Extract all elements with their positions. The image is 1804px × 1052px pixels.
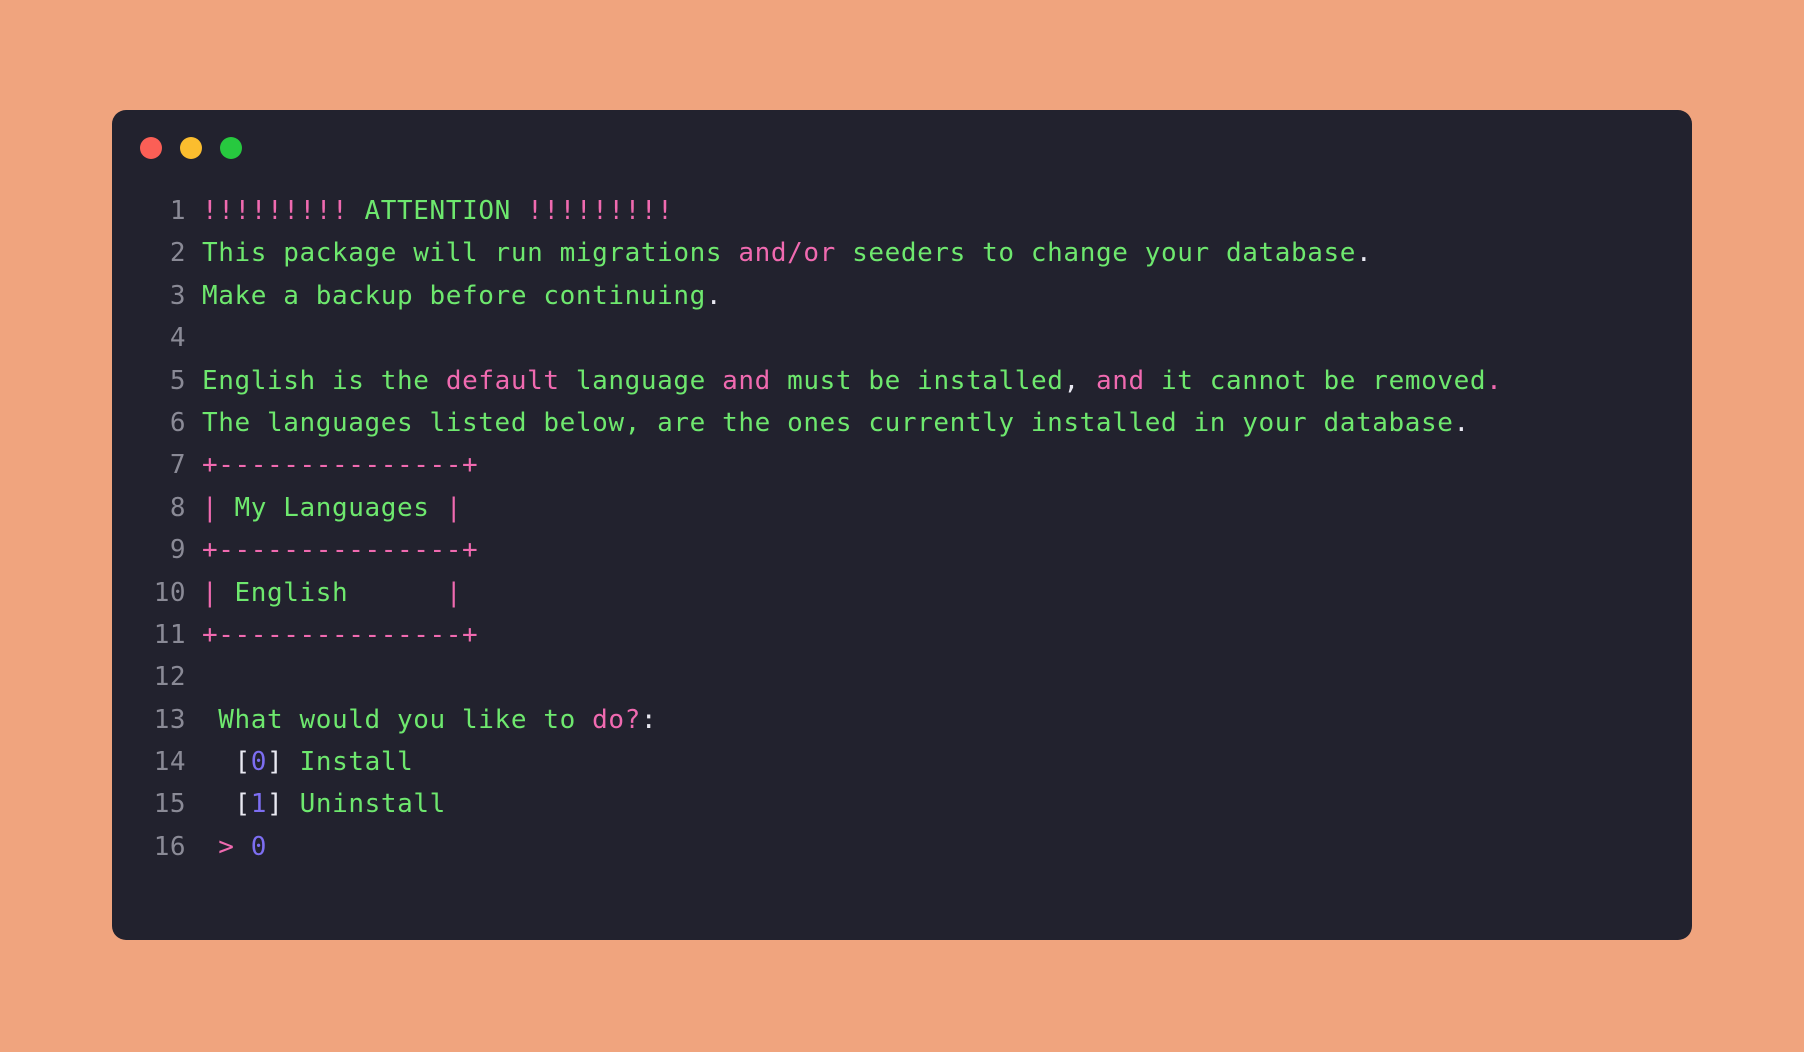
token: [ bbox=[234, 747, 251, 778]
token: . bbox=[1453, 407, 1470, 438]
line-text: +---------------+ bbox=[186, 614, 478, 656]
terminal-line: 6 The languages listed below, are the one… bbox=[112, 402, 1692, 444]
line-number: 10 bbox=[153, 577, 186, 608]
token: it cannot be removed bbox=[1144, 365, 1487, 396]
terminal-line: 10 | English | bbox=[112, 572, 1692, 614]
token: and/or bbox=[738, 238, 836, 269]
token: > bbox=[218, 831, 235, 862]
token: My Languages bbox=[218, 492, 446, 523]
token: . bbox=[1486, 365, 1503, 396]
line-number: 5 bbox=[169, 365, 186, 396]
token: ATTENTION bbox=[364, 196, 511, 226]
line-text: [1] Uninstall bbox=[186, 783, 446, 825]
token: 0 bbox=[250, 831, 268, 862]
token: | bbox=[202, 577, 219, 608]
token: do? bbox=[592, 704, 641, 735]
token: | bbox=[445, 577, 463, 608]
line-text: The languages listed below, are the ones… bbox=[186, 402, 1470, 444]
line-number: 15 bbox=[153, 789, 186, 820]
token: +---------------+ bbox=[202, 450, 479, 481]
token: seeders to change your database bbox=[835, 238, 1356, 269]
terminal-line: 3 Make a backup before continuing. bbox=[112, 275, 1692, 317]
token: . bbox=[1356, 238, 1373, 269]
line-number: 8 bbox=[169, 492, 186, 523]
line-number: 12 bbox=[153, 662, 186, 693]
token: language bbox=[559, 365, 723, 396]
line-number: 13 bbox=[153, 704, 186, 735]
token: . bbox=[705, 280, 723, 311]
line-text: What would you like to do?: bbox=[186, 699, 657, 741]
line-text: Make a backup before continuing. bbox=[186, 275, 722, 317]
token: | bbox=[445, 492, 463, 523]
token: This package will run migrations bbox=[202, 238, 739, 269]
token: ] bbox=[267, 747, 284, 778]
token: What would you like to bbox=[202, 704, 593, 735]
token: Uninstall bbox=[283, 789, 446, 820]
terminal-line: 5 English is the default language and mus… bbox=[112, 360, 1692, 402]
line-number: 16 bbox=[153, 831, 186, 862]
token: ] bbox=[267, 789, 284, 820]
token: !!!!!!!!! bbox=[510, 196, 674, 226]
token: and bbox=[1096, 365, 1145, 396]
line-text: +---------------+ bbox=[186, 529, 478, 571]
terminal-line: 13 What would you like to do?: bbox=[112, 699, 1692, 741]
terminal-line: 7 +---------------+ bbox=[112, 444, 1692, 486]
terminal-line: 15 [1] Uninstall bbox=[112, 783, 1692, 825]
line-text: > 0 bbox=[186, 826, 267, 868]
line-number: 9 bbox=[169, 535, 186, 566]
line-number: 4 bbox=[169, 323, 186, 354]
line-text: | English | bbox=[186, 572, 462, 614]
line-number: 6 bbox=[169, 407, 186, 438]
token: | bbox=[202, 492, 219, 523]
terminal-line: 8 | My Languages | bbox=[112, 487, 1692, 529]
terminal-line: 16 > 0 bbox=[112, 826, 1692, 868]
line-text: English is the default language and must… bbox=[186, 360, 1502, 402]
line-text: !!!!!!!!! ATTENTION !!!!!!!!! bbox=[186, 190, 673, 232]
terminal-line: 4 bbox=[112, 317, 1692, 359]
line-text: [0] Install bbox=[186, 741, 413, 783]
terminal-line: 14 [0] Install bbox=[112, 741, 1692, 783]
terminal-line: 2 This package will run migrations and/or… bbox=[112, 232, 1692, 274]
line-text: +---------------+ bbox=[186, 444, 478, 486]
token: +---------------+ bbox=[202, 619, 479, 650]
line-number: 1 bbox=[169, 196, 186, 226]
token: English is the bbox=[202, 365, 446, 396]
maximize-window-button[interactable] bbox=[220, 137, 242, 159]
token: : bbox=[640, 704, 658, 735]
token: The languages listed below, are the ones… bbox=[202, 407, 1454, 438]
window-titlebar bbox=[112, 110, 1692, 172]
token: , bbox=[1063, 365, 1080, 396]
line-text: | My Languages | bbox=[186, 487, 462, 529]
line-number: 7 bbox=[169, 450, 186, 481]
line-number: 2 bbox=[169, 238, 186, 269]
token: English bbox=[218, 577, 446, 608]
terminal-line: 9 +---------------+ bbox=[112, 529, 1692, 571]
terminal-line: 11 +---------------+ bbox=[112, 614, 1692, 656]
terminal-output[interactable]: 1!!!!!!!!! ATTENTION !!!!!!!!! 2 This pack… bbox=[112, 190, 1692, 868]
token: [ bbox=[234, 789, 251, 820]
line-number: 14 bbox=[153, 747, 186, 778]
terminal-line: 1!!!!!!!!! ATTENTION !!!!!!!!! bbox=[112, 190, 1692, 232]
token: 1 bbox=[250, 789, 268, 820]
token: default bbox=[445, 365, 560, 396]
line-text: This package will run migrations and/or … bbox=[186, 232, 1372, 274]
token: and bbox=[722, 365, 771, 396]
close-window-button[interactable] bbox=[140, 137, 162, 159]
minimize-window-button[interactable] bbox=[180, 137, 202, 159]
token: Install bbox=[283, 747, 414, 778]
token: 0 bbox=[250, 747, 268, 778]
line-number: 11 bbox=[153, 619, 186, 650]
token: +---------------+ bbox=[202, 535, 479, 566]
line-number: 3 bbox=[169, 280, 186, 311]
terminal-line: 12 bbox=[112, 656, 1692, 698]
token: Make a backup before continuing bbox=[202, 280, 706, 311]
terminal-window: 1!!!!!!!!! ATTENTION !!!!!!!!! 2 This pack… bbox=[112, 110, 1692, 940]
token: must be installed bbox=[770, 365, 1064, 396]
token: !!!!!!!!! bbox=[202, 196, 365, 226]
